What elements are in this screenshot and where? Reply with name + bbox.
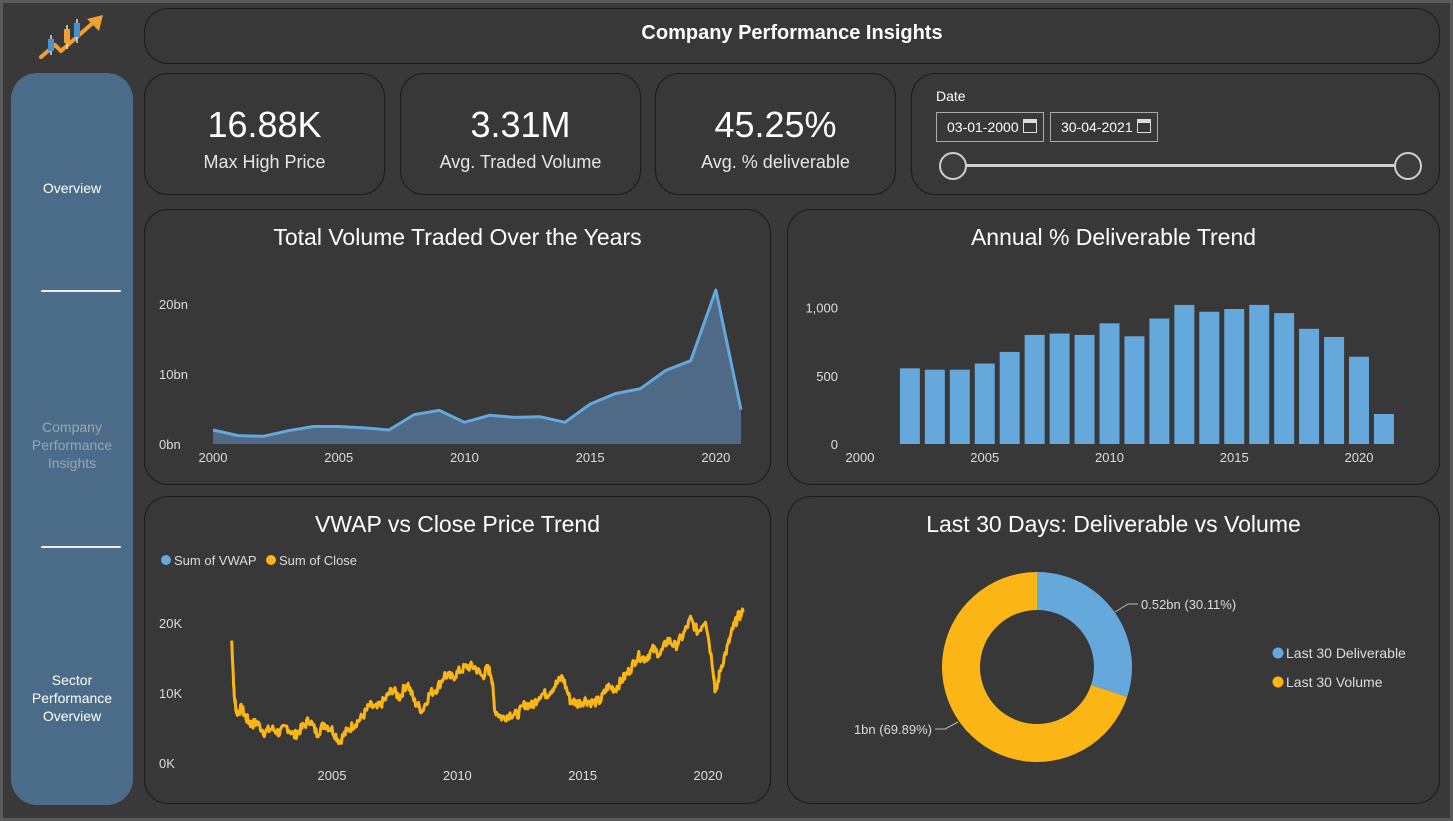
volume-area-fill bbox=[213, 290, 741, 444]
y-tick-label: 0bn bbox=[159, 437, 181, 452]
volume-chart-panel: Total Volume Traded Over the Years 0bn 10… bbox=[144, 209, 771, 485]
kpi-label: Avg. Traded Volume bbox=[439, 152, 602, 172]
kpi-card-avg-deliverable: 45.25% Avg. % deliverable bbox=[655, 73, 896, 195]
date-filter-label: Date bbox=[936, 88, 966, 104]
donut-slice-deliverable bbox=[1037, 572, 1132, 697]
y-tick-label: 0K bbox=[159, 756, 175, 771]
bar-2018 bbox=[1299, 328, 1320, 444]
kpi-value: 3.31M bbox=[470, 104, 571, 145]
sidebar-divider bbox=[41, 546, 121, 548]
x-tick-label: 2000 bbox=[199, 450, 228, 465]
x-tick-label: 2010 bbox=[443, 768, 472, 783]
bar-2002 bbox=[899, 368, 920, 444]
start-date-value: 03-01-2000 bbox=[947, 119, 1019, 135]
bar-2014 bbox=[1199, 311, 1220, 444]
kpi-card-avg-volume: 3.31M Avg. Traded Volume bbox=[400, 73, 641, 195]
calendar-icon[interactable] bbox=[1023, 119, 1037, 133]
close-series-line bbox=[230, 607, 745, 746]
candlestick-arrow-logo bbox=[39, 15, 103, 59]
bar-2017 bbox=[1274, 313, 1295, 444]
y-tick-label: 0 bbox=[831, 437, 838, 452]
x-tick-label: 2005 bbox=[324, 450, 353, 465]
dashboard-frame: Overview Company Performance Insights Se… bbox=[0, 0, 1453, 821]
legend-label: Last 30 Deliverable bbox=[1286, 645, 1406, 661]
calendar-icon[interactable] bbox=[1137, 119, 1151, 133]
kpi-value: 16.88K bbox=[207, 104, 322, 145]
vwap-close-line-chart: Sum of VWAP Sum of Close 0K 10K 20K 2005 2010 2… bbox=[159, 553, 745, 783]
bar-2009 bbox=[1074, 334, 1095, 444]
header-bar: Company Performance Insights bbox=[144, 8, 1440, 64]
bar-2020 bbox=[1349, 356, 1369, 444]
bar-2013 bbox=[1174, 304, 1195, 444]
kpi-label: Avg. % deliverable bbox=[701, 152, 850, 172]
legend-label: Sum of VWAP bbox=[174, 553, 257, 568]
volume-area-chart: 0bn 10bn 20bn 2000 2005 2010 2015 2020 bbox=[159, 288, 743, 465]
bar-2021 bbox=[1373, 414, 1394, 444]
legend-marker-volume bbox=[1272, 676, 1284, 688]
page-title: Company Performance Insights bbox=[641, 22, 943, 44]
date-range-end-handle[interactable] bbox=[1394, 152, 1422, 180]
bar-2007 bbox=[1024, 334, 1045, 444]
data-label-volume: 1bn (69.89%) bbox=[854, 722, 932, 737]
y-tick-label: 10K bbox=[159, 686, 182, 701]
bar-2010 bbox=[1099, 323, 1120, 444]
bar-2015 bbox=[1224, 309, 1245, 444]
bar-2003 bbox=[924, 369, 945, 444]
bar-2019 bbox=[1324, 336, 1345, 444]
x-tick-label: 2000 bbox=[846, 450, 875, 465]
bar-2012 bbox=[1149, 318, 1170, 444]
x-tick-label: 2020 bbox=[694, 768, 723, 783]
last30-chart-panel: Last 30 Days: Deliverable vs Volume 0.52… bbox=[787, 496, 1440, 804]
x-tick-label: 2015 bbox=[568, 768, 597, 783]
kpi-value: 45.25% bbox=[714, 104, 837, 145]
x-tick-label: 2020 bbox=[701, 450, 730, 465]
label-leader-line bbox=[935, 721, 959, 730]
sidebar-item-company-performance[interactable]: Company Performance Insights bbox=[11, 418, 133, 472]
bar-2008 bbox=[1049, 333, 1070, 444]
date-range-start-handle[interactable] bbox=[939, 152, 967, 180]
vwap-chart-panel: VWAP vs Close Price Trend Sum of VWAP Sum… bbox=[144, 496, 771, 804]
bar-2016 bbox=[1249, 304, 1270, 444]
deliverable-bar-chart: 0 500 1,000 2000 2005 2010 2015 2020 bbox=[805, 301, 1394, 465]
x-tick-label: 2015 bbox=[1220, 450, 1249, 465]
date-range-slider-track[interactable] bbox=[952, 164, 1408, 167]
x-tick-label: 2010 bbox=[1095, 450, 1124, 465]
sidebar-divider bbox=[41, 290, 121, 292]
last30-donut-chart: 0.52bn (30.11%) 1bn (69.89%) Last 30 Deliv… bbox=[854, 572, 1406, 762]
legend-label: Sum of Close bbox=[279, 553, 357, 568]
end-date-value: 30-04-2021 bbox=[1061, 119, 1133, 135]
legend-marker-close bbox=[266, 555, 276, 565]
start-date-input[interactable]: 03-01-2000 bbox=[936, 112, 1044, 142]
y-tick-label: 500 bbox=[816, 369, 838, 384]
legend-marker-vwap bbox=[161, 555, 171, 565]
kpi-card-max-high: 16.88K Max High Price bbox=[144, 73, 385, 195]
x-tick-label: 2015 bbox=[576, 450, 605, 465]
legend-marker-deliverable bbox=[1272, 647, 1284, 659]
bar-2011 bbox=[1124, 336, 1145, 444]
sidebar-item-sector-performance[interactable]: Sector Performance Overview bbox=[11, 671, 133, 725]
label-leader-line bbox=[1114, 603, 1138, 613]
x-tick-label: 2005 bbox=[318, 768, 347, 783]
x-tick-label: 2005 bbox=[970, 450, 999, 465]
legend-label: Last 30 Volume bbox=[1286, 674, 1383, 690]
bar-2006 bbox=[999, 351, 1020, 444]
sidebar-nav: Overview Company Performance Insights Se… bbox=[11, 73, 133, 805]
y-tick-label: 20bn bbox=[159, 297, 188, 312]
x-tick-label: 2020 bbox=[1345, 450, 1374, 465]
bar-2005 bbox=[974, 363, 995, 444]
data-label-deliverable: 0.52bn (30.11%) bbox=[1141, 597, 1236, 612]
date-filter-panel: Date 03-01-2000 30-04-2021 bbox=[911, 73, 1440, 195]
sidebar-item-overview[interactable]: Overview bbox=[11, 179, 133, 197]
x-tick-label: 2010 bbox=[450, 450, 479, 465]
end-date-input[interactable]: 30-04-2021 bbox=[1050, 112, 1158, 142]
kpi-label: Max High Price bbox=[203, 152, 326, 172]
y-tick-label: 20K bbox=[159, 616, 182, 631]
y-tick-label: 1,000 bbox=[805, 301, 838, 316]
y-tick-label: 10bn bbox=[159, 367, 188, 382]
bar-2004 bbox=[949, 369, 970, 444]
deliverable-chart-panel: Annual % Deliverable Trend 0 500 1,000 2000… bbox=[787, 209, 1440, 485]
